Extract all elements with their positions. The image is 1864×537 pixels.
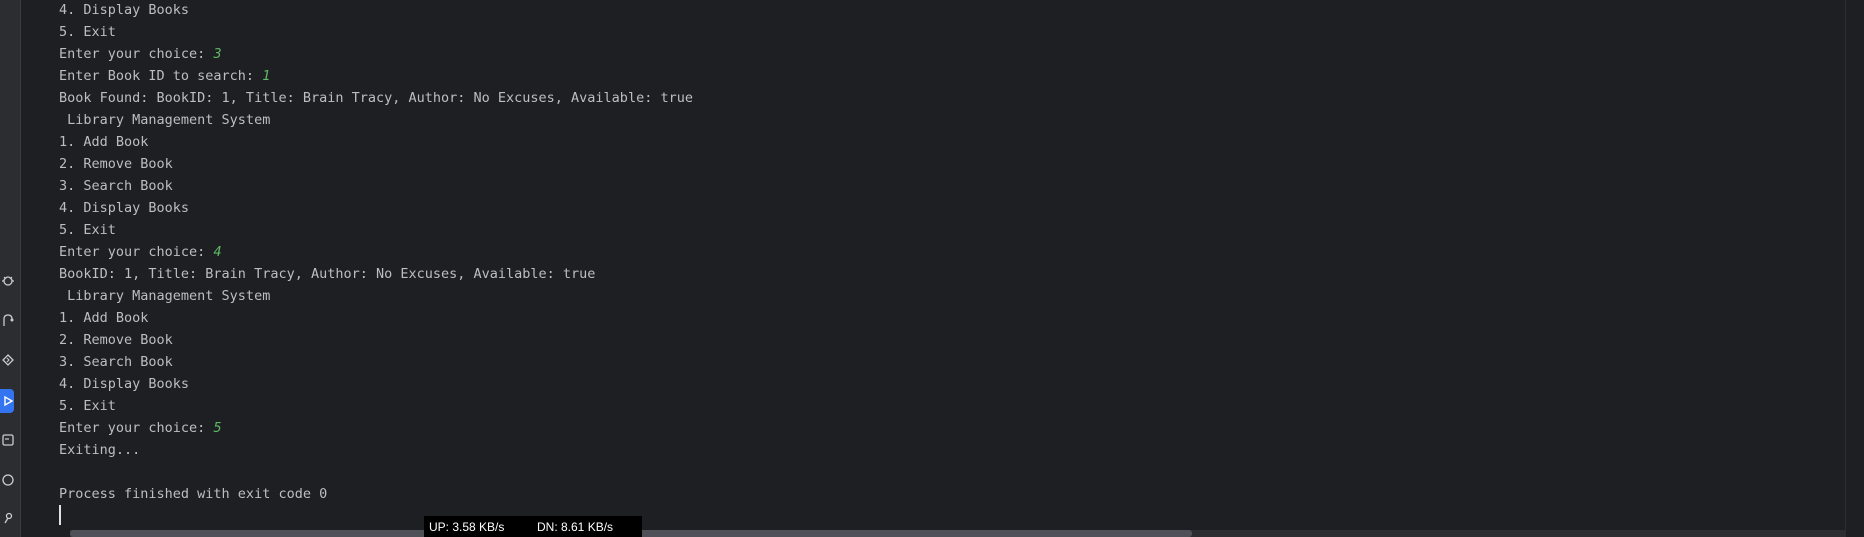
console-line-text: 1. Add Book bbox=[59, 134, 149, 150]
console-line: Exiting... bbox=[59, 439, 140, 461]
commit-icon[interactable] bbox=[0, 310, 14, 330]
console-line-text: 4. Display Books bbox=[59, 200, 190, 216]
terminal-icon[interactable] bbox=[0, 430, 14, 450]
console-line: 1. Add Book bbox=[59, 131, 148, 153]
console-line-text: 3. Search Book bbox=[59, 354, 173, 370]
console-line-text: Exiting... bbox=[59, 442, 141, 458]
console-line-text: Enter your choice: bbox=[59, 420, 214, 436]
console-line-text: 1. Add Book bbox=[59, 310, 149, 326]
right-gutter bbox=[1845, 0, 1864, 537]
console-line-text: 5. Exit bbox=[59, 398, 116, 414]
console-line-text: 5. Exit bbox=[59, 24, 116, 40]
console-user-input: 4 bbox=[213, 244, 222, 260]
console-line: 5. Exit bbox=[59, 395, 116, 417]
services-icon[interactable] bbox=[0, 350, 14, 370]
console-line: Enter your choice: 5 bbox=[59, 417, 222, 439]
console-line-text: Library Management System bbox=[59, 288, 271, 304]
console-line: 3. Search Book bbox=[59, 175, 173, 197]
console-line: BookID: 1, Title: Brain Tracy, Author: N… bbox=[59, 263, 595, 285]
console-line-text: 4. Display Books bbox=[59, 376, 190, 392]
console-line: Enter your choice: 4 bbox=[59, 241, 222, 263]
network-speed-overlay: UP: 3.58 KB/s DN: 8.61 KB/s bbox=[424, 516, 642, 537]
console-line: 4. Display Books bbox=[59, 373, 189, 395]
console-line-text: 2. Remove Book bbox=[59, 332, 173, 348]
console-line-text: Enter your choice: bbox=[59, 244, 214, 260]
console-line: Enter Book ID to search: 1 bbox=[59, 65, 270, 87]
console-line-text: Process finished with exit code 0 bbox=[59, 486, 328, 502]
console-user-input: 3 bbox=[213, 46, 222, 62]
console-line: Library Management System bbox=[59, 285, 270, 307]
console-line: Process finished with exit code 0 bbox=[59, 483, 327, 505]
console-line-text: 5. Exit bbox=[59, 222, 116, 238]
upload-speed: UP: 3.58 KB/s bbox=[429, 519, 505, 534]
console-line: Enter your choice: 3 bbox=[59, 43, 222, 65]
git-icon[interactable] bbox=[0, 508, 14, 528]
console-line-text: BookID: 1, Title: Brain Tracy, Author: N… bbox=[59, 266, 596, 282]
console-line: 5. Exit bbox=[59, 21, 116, 43]
console-line: 5. Exit bbox=[59, 219, 116, 241]
console-line: 2. Remove Book bbox=[59, 329, 173, 351]
console-line-text: 2. Remove Book bbox=[59, 156, 173, 172]
input-caret[interactable] bbox=[59, 505, 61, 525]
console-line-text: 4. Display Books bbox=[59, 2, 190, 18]
run-icon[interactable] bbox=[0, 389, 14, 413]
console-line: 4. Display Books bbox=[59, 197, 189, 219]
console-line: 1. Add Book bbox=[59, 307, 148, 329]
console-line-text: Book Found: BookID: 1, Title: Brain Trac… bbox=[59, 90, 693, 106]
console-line-text: 3. Search Book bbox=[59, 178, 173, 194]
console-line-text: Enter Book ID to search: bbox=[59, 68, 263, 84]
tool-window-strip bbox=[0, 0, 21, 537]
console-line: 4. Display Books bbox=[59, 0, 189, 21]
download-speed: DN: 8.61 KB/s bbox=[537, 519, 614, 534]
console-user-input: 1 bbox=[262, 68, 271, 84]
console-line: 2. Remove Book bbox=[59, 153, 173, 175]
console-line: Book Found: BookID: 1, Title: Brain Trac… bbox=[59, 87, 693, 109]
debug-icon[interactable] bbox=[0, 270, 14, 290]
console-line-text: Library Management System bbox=[59, 112, 271, 128]
console-user-input: 5 bbox=[213, 420, 222, 436]
console-line: Library Management System bbox=[59, 109, 270, 131]
console-line: 3. Search Book bbox=[59, 351, 173, 373]
problems-icon[interactable] bbox=[0, 470, 14, 490]
console-line-text: Enter your choice: bbox=[59, 46, 214, 62]
